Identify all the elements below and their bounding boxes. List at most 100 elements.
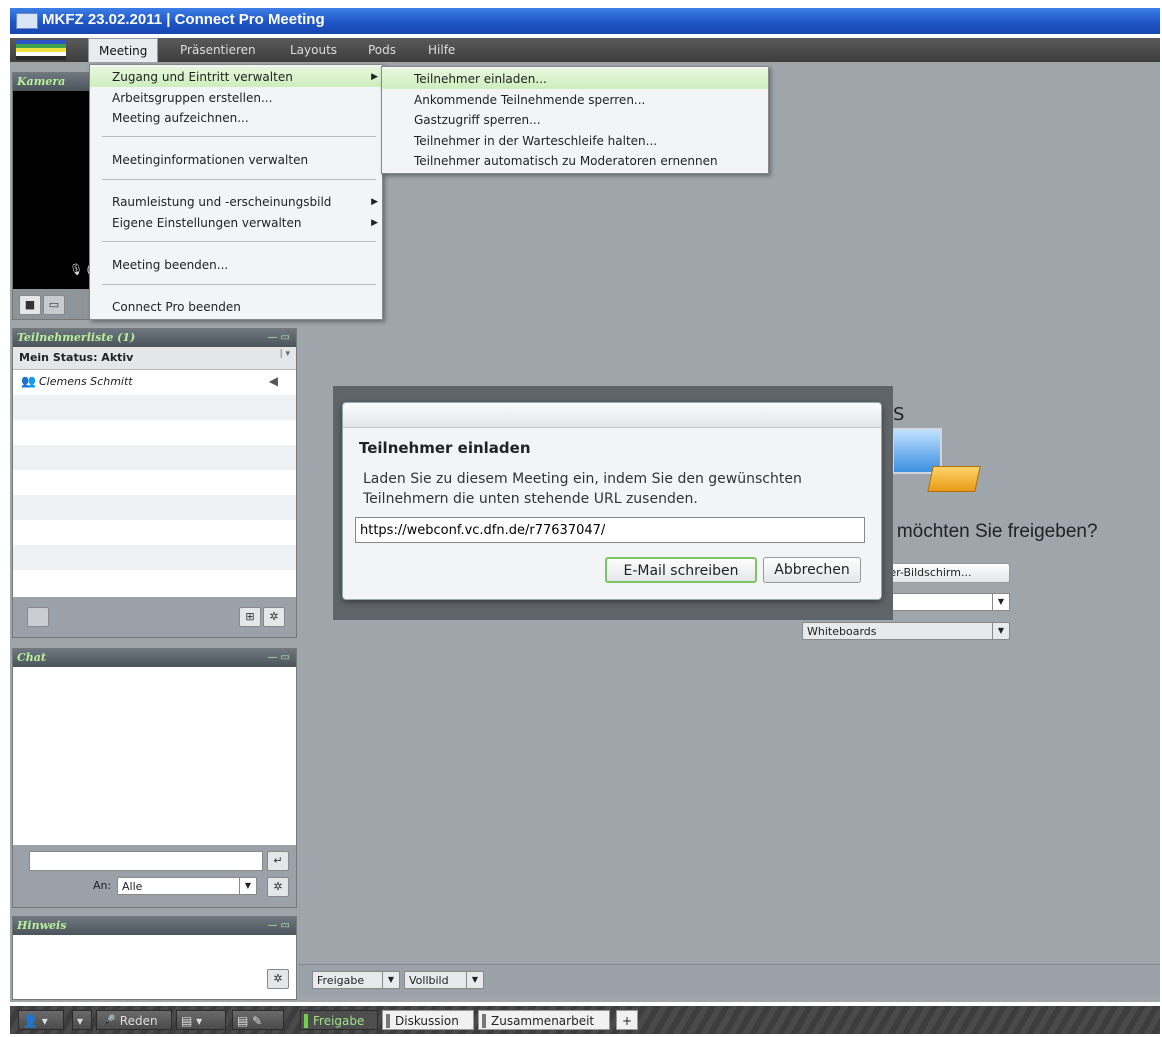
chat-pod-footer: ↵ An: Alle ▼ ✲: [13, 845, 296, 907]
menu-hilfe[interactable]: Hilfe: [418, 38, 465, 62]
add-tab-button[interactable]: +: [616, 1010, 638, 1030]
share-whiteboards-select[interactable]: Whiteboards ▼: [802, 622, 1010, 640]
fullscreen-button[interactable]: Vollbild ▼: [404, 971, 484, 989]
submenu-item-block-guests[interactable]: Gastzugriff sperren...: [382, 110, 768, 130]
attendee-name: Clemens Schmitt: [39, 375, 133, 388]
dialog-message-line2: Teilnehmern die unten stehende URL zusen…: [363, 491, 698, 507]
access-submenu: Teilnehmer einladen... Ankommende Teilne…: [381, 66, 769, 174]
window-titlebar: MKFZ 23.02.2011 | Connect Pro Meeting: [10, 8, 1160, 34]
email-button[interactable]: E-Mail schreiben: [605, 557, 757, 583]
tab-diskussion[interactable]: Diskussion: [382, 1010, 474, 1030]
dialog-title: Teilnehmer einladen: [359, 439, 531, 457]
share-question: ▾ möchten Sie freigeben?: [882, 520, 1098, 543]
share-pod-footer: Freigabe ▼ Vollbild ▼: [298, 964, 1160, 995]
app-icon: [16, 13, 38, 29]
submenu-arrow-icon: ▶: [371, 197, 378, 207]
menubar: Meeting Präsentieren Layouts Pods Hilfe: [10, 38, 1160, 63]
invite-dialog: Teilnehmer einladen Laden Sie zu diesem …: [342, 402, 882, 600]
menu-separator: [102, 179, 376, 180]
menu-item-room-performance[interactable]: Raumleistung und -erscheinungsbild ▶: [90, 192, 382, 212]
camera-mic-indicator: 🎙 (: [69, 263, 91, 276]
cancel-button[interactable]: Abbrechen: [763, 557, 861, 583]
menu-item-end-meeting[interactable]: Meeting beenden...: [90, 255, 382, 275]
menu-separator: [102, 284, 376, 285]
tab-active-indicator: [304, 1014, 308, 1028]
submenu-item-auto-promote[interactable]: Teilnehmer automatisch zu Moderatoren er…: [382, 151, 768, 171]
menu-item-record[interactable]: Meeting aufzeichnen...: [90, 108, 382, 128]
submenu-item-block-incoming[interactable]: Ankommende Teilnehmende sperren...: [382, 90, 768, 110]
pod-minimize-icon[interactable]: — ▭: [267, 920, 290, 931]
menu-item-preferences[interactable]: Eigene Einstellungen verwalten ▶: [90, 213, 382, 233]
layout-grid-icon[interactable]: ⊞: [239, 607, 261, 627]
attendee-action-button[interactable]: [27, 607, 49, 627]
gear-icon[interactable]: ✲: [267, 877, 289, 897]
menu-separator: [102, 241, 376, 242]
attendee-pod: Teilnehmerliste (1) — ▭ Mein Status: Akt…: [12, 328, 297, 638]
share-screen-button[interactable]: ter-Bildschirm...: [880, 563, 1010, 583]
my-status-label: Mein Status: Aktiv: [19, 351, 134, 364]
submenu-item-invite[interactable]: Teilnehmer einladen...: [382, 69, 768, 89]
status-dropdown-icon[interactable]: | ▾: [280, 349, 290, 359]
gear-icon[interactable]: ✲: [267, 969, 289, 989]
notes-pod-title: Hinweis: [13, 917, 296, 935]
gear-icon[interactable]: ✲: [263, 607, 285, 627]
tab-label: Freigabe: [313, 1014, 365, 1028]
speak-label: Reden: [119, 1014, 158, 1028]
menu-item-access-entry[interactable]: Zugang und Eintritt verwalten ▶: [90, 67, 382, 87]
video-camera-icon[interactable]: ▭: [43, 295, 65, 315]
status-person-icon[interactable]: 👤 ▾: [18, 1010, 64, 1030]
share-whiteboards-label: Whiteboards: [807, 625, 877, 638]
bottom-toolbar: 👤 ▾ ▾ 🎤 Reden ▤ ▾ ▤ ✎ Freigabe Diskussio…: [10, 1006, 1160, 1034]
attendee-pod-title: Teilnehmerliste (1): [13, 329, 296, 347]
menu-pods[interactable]: Pods: [358, 38, 406, 62]
share-documents-select[interactable]: ▼: [882, 593, 1010, 611]
pod-minimize-icon[interactable]: — ▭: [267, 332, 290, 343]
share-menu-label: Freigabe: [317, 974, 365, 987]
stop-camera-icon[interactable]: ■: [19, 295, 41, 315]
chevron-down-icon: ▼: [992, 594, 1009, 610]
tab-label: Zusammenarbeit: [491, 1014, 595, 1028]
microphone-settings-icon[interactable]: ▤ ▾: [176, 1010, 226, 1030]
list-item[interactable]: 👥 Clemens Schmitt ◀: [13, 370, 296, 394]
tab-label: Diskussion: [395, 1014, 459, 1028]
menu-layouts[interactable]: Layouts: [280, 38, 347, 62]
chat-recipient-value: Alle: [122, 880, 143, 893]
speak-button[interactable]: 🎤 Reden: [96, 1010, 172, 1030]
share-question-text: möchten Sie freigeben?: [896, 521, 1098, 542]
speaker-icon: ◀: [268, 374, 278, 388]
invite-url-field[interactable]: [355, 517, 865, 543]
camera-settings-icon[interactable]: ▤ ✎: [232, 1010, 284, 1030]
menu-item-breakouts[interactable]: Arbeitsgruppen erstellen...: [90, 88, 382, 108]
tab-freigabe[interactable]: Freigabe: [300, 1010, 378, 1030]
submenu-arrow-icon: ▶: [371, 72, 378, 82]
connect-logo: [16, 40, 66, 60]
chat-recipient-select[interactable]: Alle ▼: [117, 877, 257, 895]
menu-item-label: Eigene Einstellungen verwalten: [112, 216, 302, 230]
document-share-icon: [927, 466, 981, 492]
chat-pod-title: Chat: [13, 649, 296, 667]
window-title: MKFZ 23.02.2011 | Connect Pro Meeting: [42, 11, 325, 28]
chevron-down-icon: ▼: [382, 972, 399, 988]
chat-input[interactable]: [29, 851, 263, 871]
chevron-down-icon: ▼: [992, 623, 1009, 639]
attendee-pod-footer: ⊞ ✲: [13, 597, 296, 637]
menu-praesentieren[interactable]: Präsentieren: [170, 38, 266, 62]
my-status-bar[interactable]: Mein Status: Aktiv | ▾: [13, 347, 296, 370]
chevron-down-icon: ▼: [239, 878, 256, 894]
menu-meeting[interactable]: Meeting: [88, 38, 159, 63]
send-enter-icon[interactable]: ↵: [267, 851, 289, 871]
menu-item-label: Zugang und Eintritt verwalten: [112, 70, 293, 84]
notes-pod: Hinweis — ▭ ✲: [12, 916, 297, 1000]
host-user-icon: 👥: [21, 374, 36, 388]
share-menu-button[interactable]: Freigabe ▼: [312, 971, 400, 989]
menu-item-quit-connect[interactable]: Connect Pro beenden: [90, 297, 382, 317]
submenu-item-waiting-room[interactable]: Teilnehmer in der Warteschleife halten..…: [382, 131, 768, 151]
menu-separator: [102, 136, 376, 137]
dialog-titlebar[interactable]: [343, 403, 881, 428]
tab-zusammenarbeit[interactable]: Zusammenarbeit: [478, 1010, 610, 1030]
menu-item-meeting-info[interactable]: Meetinginformationen verwalten: [90, 150, 382, 170]
tab-indicator: [482, 1014, 486, 1028]
share-heading-fragment: S: [893, 404, 905, 425]
pod-minimize-icon[interactable]: — ▭: [267, 652, 290, 663]
chevron-down-icon[interactable]: ▾: [72, 1010, 92, 1030]
